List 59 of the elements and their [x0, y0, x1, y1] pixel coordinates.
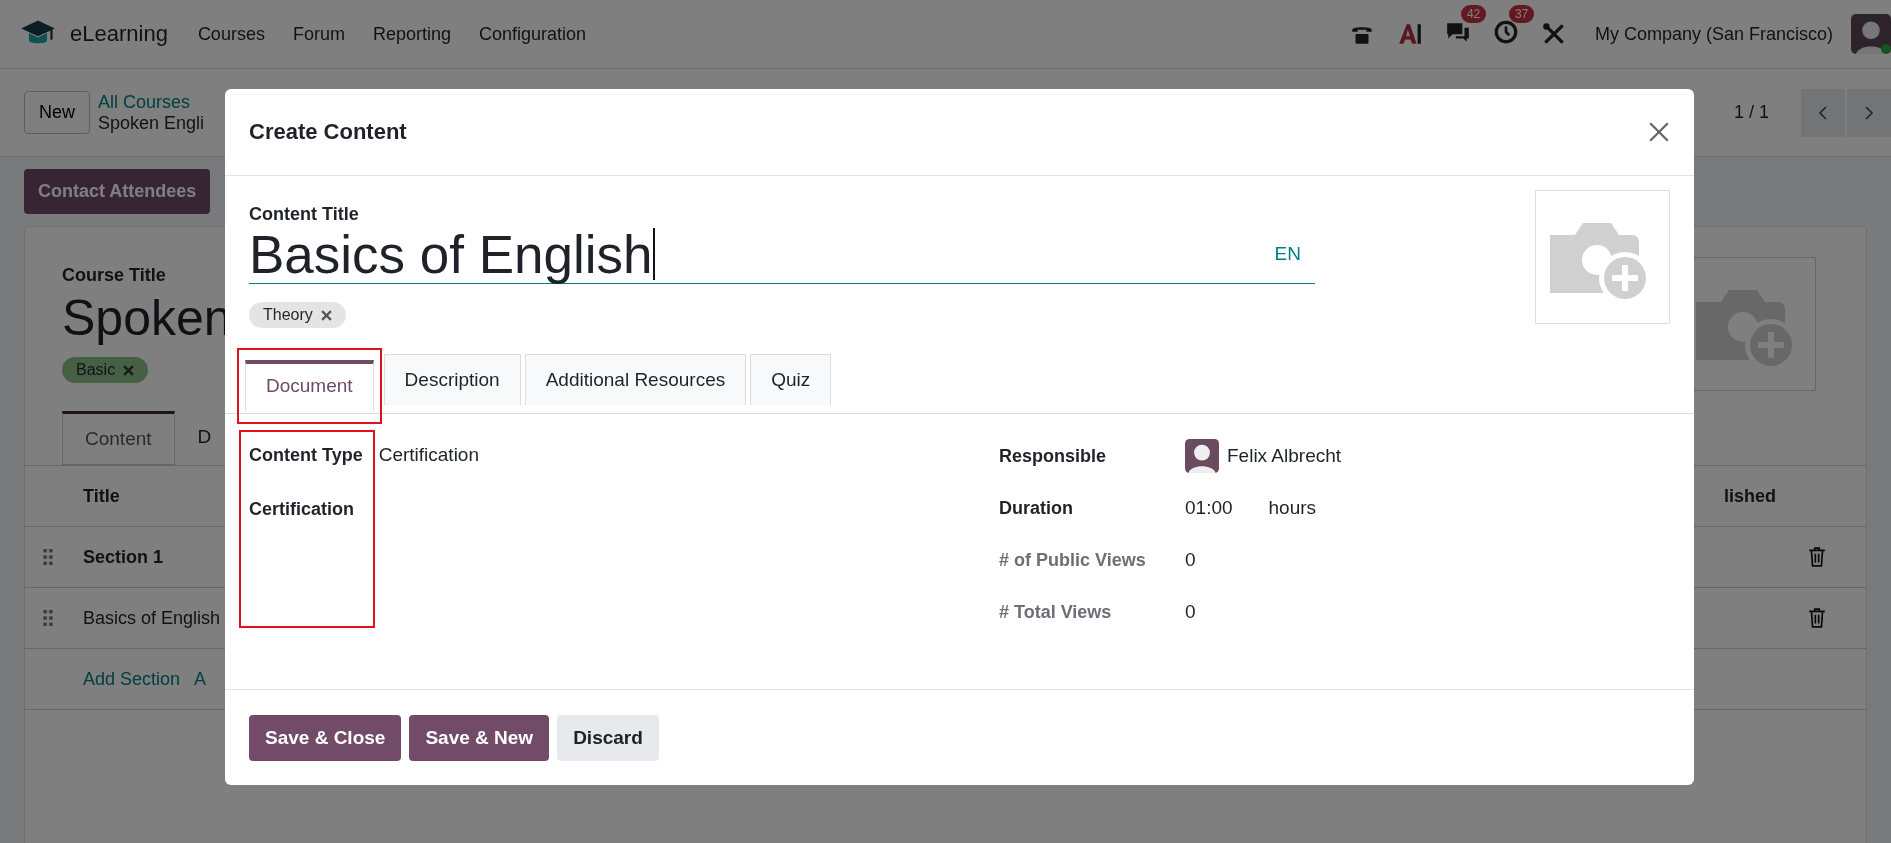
field-label: Content Type: [249, 444, 363, 467]
column-header[interactable]: Title: [83, 485, 120, 507]
tab[interactable]: Quiz: [750, 354, 832, 405]
column-header[interactable]: lished: [1724, 485, 1776, 507]
dialog-button[interactable]: Save & Close: [249, 714, 402, 761]
field-label: Duration: [999, 497, 1074, 519]
tab[interactable]: Additional Resources: [524, 354, 747, 405]
user-avatar-icon[interactable]: [1851, 14, 1891, 54]
ai-icon[interactable]: [1396, 21, 1423, 47]
breadcrumb-link[interactable]: All Courses: [98, 91, 205, 113]
chevron-right-icon: [1864, 104, 1874, 121]
field-label: # Total Views: [999, 601, 1113, 623]
tab[interactable]: Description: [383, 354, 521, 405]
field-value[interactable]: Certification: [378, 444, 479, 465]
tab[interactable]: Document: [245, 360, 374, 411]
menu-item[interactable]: Reporting: [372, 23, 451, 45]
notification-badge: 37: [1508, 4, 1535, 23]
app-name[interactable]: eLearning: [70, 21, 168, 47]
field-value[interactable]: Felix Albrecht: [1227, 445, 1342, 467]
close-icon[interactable]: [1648, 121, 1670, 143]
user-avatar-icon: [1185, 439, 1219, 473]
tab[interactable]: Content: [62, 411, 175, 465]
trash-icon[interactable]: [1808, 547, 1826, 567]
table-cell: Section 1: [83, 546, 164, 568]
field-label: # of Public Views: [999, 549, 1147, 571]
field-label: Content Title: [249, 204, 360, 225]
field-value[interactable]: 0: [1185, 601, 1196, 623]
dialog-title: Create Content: [249, 119, 408, 145]
content-title-field[interactable]: Basics of English EN: [249, 225, 1315, 284]
notification-badge: 42: [1460, 4, 1487, 23]
dialog-button[interactable]: Discard: [557, 714, 659, 761]
course-title: Spoken: [62, 289, 232, 348]
dialog-button[interactable]: Save & New: [409, 714, 550, 761]
table-cell: Basics of English: [83, 607, 221, 629]
field-value[interactable]: 01:00: [1185, 497, 1233, 519]
add-link[interactable]: A: [194, 668, 207, 690]
tag: Theory: [249, 302, 346, 328]
chevron-left-icon: [1818, 104, 1828, 121]
contact-attendees-button[interactable]: Contact Attendees: [24, 169, 211, 214]
drag-handle-icon[interactable]: [43, 610, 53, 626]
drag-handle-icon[interactable]: [43, 549, 53, 565]
new-button[interactable]: New: [24, 91, 90, 134]
unit-label: hours: [1268, 497, 1317, 519]
record-name: Spoken Engli: [98, 112, 205, 134]
trash-icon[interactable]: [1808, 608, 1826, 628]
field-label: Course Title: [62, 265, 166, 286]
menu-item[interactable]: Forum: [292, 23, 345, 45]
company-switcher[interactable]: My Company (San Francisco): [1594, 23, 1833, 45]
tag: Basic: [62, 357, 149, 383]
pager-value[interactable]: 1 / 1: [1733, 102, 1769, 123]
field-value[interactable]: 0: [1185, 549, 1196, 571]
remove-icon[interactable]: [123, 364, 135, 376]
add-link[interactable]: Add Section: [83, 668, 181, 690]
field-label: Certification: [249, 498, 355, 521]
menu-item[interactable]: Configuration: [478, 23, 587, 45]
menu-item[interactable]: Courses: [197, 23, 265, 45]
remove-icon[interactable]: [320, 309, 332, 321]
clock-icon[interactable]: [1492, 18, 1519, 45]
field-label: Responsible: [999, 445, 1108, 467]
